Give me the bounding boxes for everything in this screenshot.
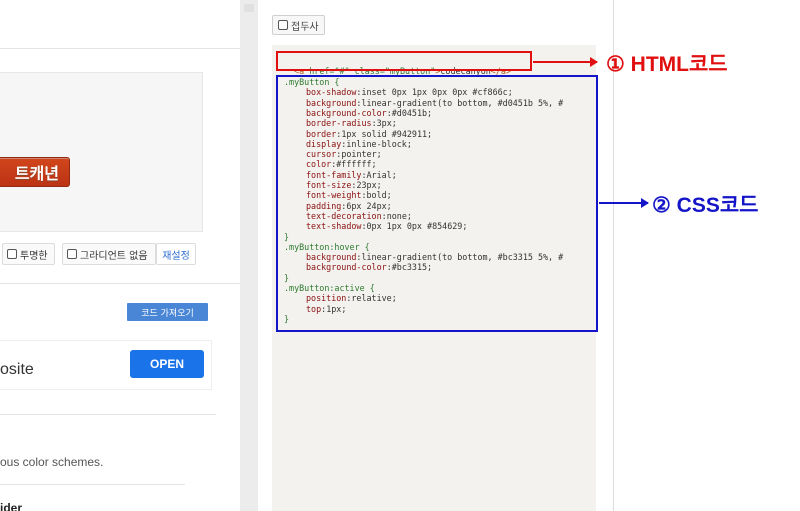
transparent-option[interactable]: 투명한: [2, 243, 55, 265]
section-divider: [0, 484, 185, 485]
prefix-option[interactable]: 접두사: [272, 15, 325, 35]
html-code-label: ① HTML코드: [606, 53, 728, 76]
html-highlight-box: [276, 51, 532, 71]
preview-box: [0, 72, 203, 232]
prefix-label: 접두사: [291, 21, 319, 33]
top-divider: [0, 48, 240, 49]
button-generator-panel: 트캐년 투명한 그라디언트 없음 재설정 코드 가져오기 osite OPEN …: [0, 0, 240, 511]
options-divider: [0, 283, 240, 284]
preview-button[interactable]: 트캐년: [0, 157, 70, 187]
no-gradient-option[interactable]: 그라디언트 없음: [62, 243, 156, 265]
gutter-scroll-thumb[interactable]: [244, 4, 254, 12]
css-arrow: [599, 198, 649, 208]
reset-button[interactable]: 재설정: [156, 243, 196, 265]
panel-gutter: [240, 0, 258, 511]
get-code-button[interactable]: 코드 가져오기: [127, 303, 208, 321]
section-heading: ider: [0, 501, 23, 511]
no-gradient-checkbox[interactable]: [67, 249, 77, 259]
description-text: ous color schemes.: [0, 455, 104, 469]
transparent-label: 투명한: [20, 250, 48, 262]
open-button[interactable]: OPEN: [130, 350, 204, 378]
no-gradient-label: 그라디언트 없음: [80, 250, 148, 262]
ad-text: osite: [0, 361, 34, 378]
css-highlight-box: [276, 75, 598, 332]
css-code-label: ② CSS코드: [652, 194, 759, 217]
prefix-checkbox[interactable]: [278, 20, 288, 30]
transparent-checkbox[interactable]: [7, 249, 17, 259]
ad-divider: [0, 414, 216, 415]
html-arrow: [533, 57, 598, 67]
